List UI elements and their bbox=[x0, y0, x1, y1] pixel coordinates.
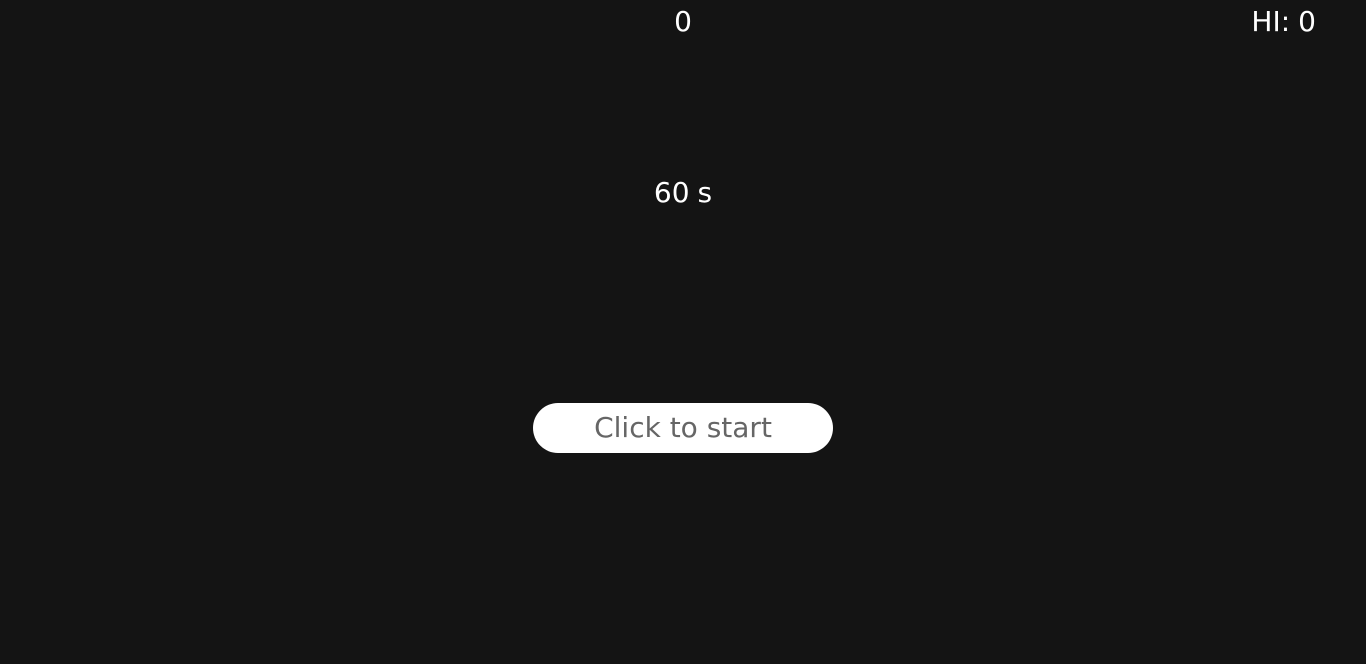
start-button[interactable]: Click to start bbox=[533, 403, 833, 453]
game-stage[interactable]: 0 HI: 0 60 s Click to start bbox=[0, 0, 1366, 664]
timer-value: 60 bbox=[653, 176, 690, 209]
high-score-label: HI: bbox=[1251, 5, 1291, 38]
timer-display: 60 s bbox=[583, 175, 783, 211]
timer-unit: s bbox=[697, 176, 713, 209]
high-score-display: HI: 0 bbox=[1251, 4, 1316, 40]
high-score-value: 0 bbox=[1298, 5, 1316, 38]
score-display: 0 bbox=[674, 5, 692, 38]
